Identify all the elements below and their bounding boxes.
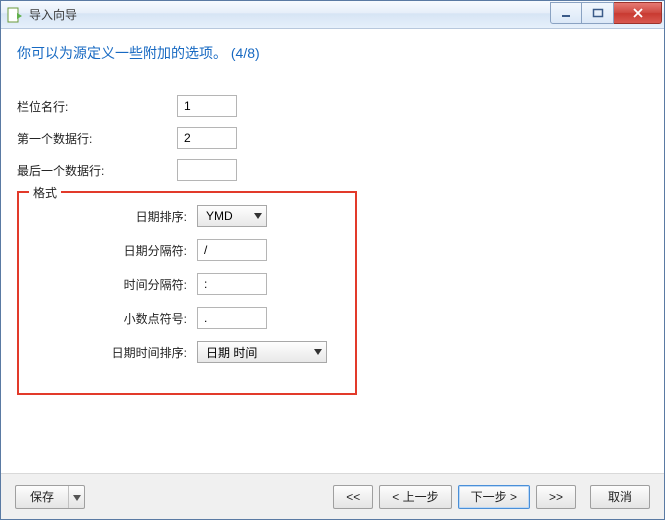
next-button[interactable]: 下一步 > <box>458 485 530 509</box>
window-title: 导入向导 <box>29 6 77 23</box>
row-date-order: 日期排序: YMD <box>27 205 343 227</box>
time-sep-label: 时间分隔符: <box>27 276 197 293</box>
field-first-data-row: 第一个数据行: <box>17 127 648 149</box>
date-order-label: 日期排序: <box>27 208 197 225</box>
decimal-symbol-input[interactable] <box>197 307 267 329</box>
col-name-row-input[interactable] <box>177 95 237 117</box>
datetime-order-dropdown[interactable]: 日期 时间 <box>197 341 327 363</box>
format-group: 格式 日期排序: YMD 日期分隔符: 时间分隔符: 小数点符号: <box>17 191 357 395</box>
maximize-button[interactable] <box>582 2 614 24</box>
prev-button-label: < 上一步 <box>392 488 438 505</box>
footer: 保存 << < 上一步 下一步 > >> 取消 <box>1 473 664 519</box>
content-area: 你可以为源定义一些附加的选项。 (4/8) 栏位名行: 第一个数据行: 最后一个… <box>1 29 664 473</box>
field-col-name-row: 栏位名行: <box>17 95 648 117</box>
chevron-down-icon <box>73 490 81 504</box>
import-wizard-window: 导入向导 你可以为源定义一些附加的选项。 (4/8) 栏位名行: 第一个数据行:… <box>0 0 665 520</box>
page-heading: 你可以为源定义一些附加的选项。 (4/8) <box>17 43 648 63</box>
save-button-label: 保存 <box>16 486 68 508</box>
first-button-label: << <box>346 490 360 504</box>
date-sep-label: 日期分隔符: <box>27 242 197 259</box>
last-button[interactable]: >> <box>536 485 576 509</box>
chevron-down-icon <box>254 213 262 219</box>
first-data-row-input[interactable] <box>177 127 237 149</box>
col-name-row-label: 栏位名行: <box>17 98 177 115</box>
save-button[interactable]: 保存 <box>15 485 85 509</box>
row-time-sep: 时间分隔符: <box>27 273 343 295</box>
cancel-button-label: 取消 <box>608 488 632 505</box>
app-icon <box>7 7 23 23</box>
decimal-symbol-label: 小数点符号: <box>27 310 197 327</box>
format-legend: 格式 <box>29 184 61 201</box>
minimize-button[interactable] <box>550 2 582 24</box>
first-data-row-label: 第一个数据行: <box>17 130 177 147</box>
close-button[interactable] <box>614 2 662 24</box>
field-last-data-row: 最后一个数据行: <box>17 159 648 181</box>
save-button-dropdown[interactable] <box>68 486 84 508</box>
row-decimal-symbol: 小数点符号: <box>27 307 343 329</box>
titlebar: 导入向导 <box>1 1 664 29</box>
last-data-row-label: 最后一个数据行: <box>17 162 177 179</box>
date-sep-input[interactable] <box>197 239 267 261</box>
nav-buttons: << < 上一步 下一步 > >> 取消 <box>333 485 650 509</box>
date-order-dropdown[interactable]: YMD <box>197 205 267 227</box>
chevron-down-icon <box>314 349 322 355</box>
last-data-row-input[interactable] <box>177 159 237 181</box>
datetime-order-value: 日期 时间 <box>206 344 257 361</box>
row-date-sep: 日期分隔符: <box>27 239 343 261</box>
date-order-value: YMD <box>206 209 233 223</box>
datetime-order-label: 日期时间排序: <box>27 344 197 361</box>
next-button-label: 下一步 > <box>471 488 517 505</box>
window-buttons <box>550 2 662 24</box>
first-button[interactable]: << <box>333 485 373 509</box>
row-datetime-order: 日期时间排序: 日期 时间 <box>27 341 343 363</box>
cancel-button[interactable]: 取消 <box>590 485 650 509</box>
prev-button[interactable]: < 上一步 <box>379 485 451 509</box>
last-button-label: >> <box>549 490 563 504</box>
time-sep-input[interactable] <box>197 273 267 295</box>
